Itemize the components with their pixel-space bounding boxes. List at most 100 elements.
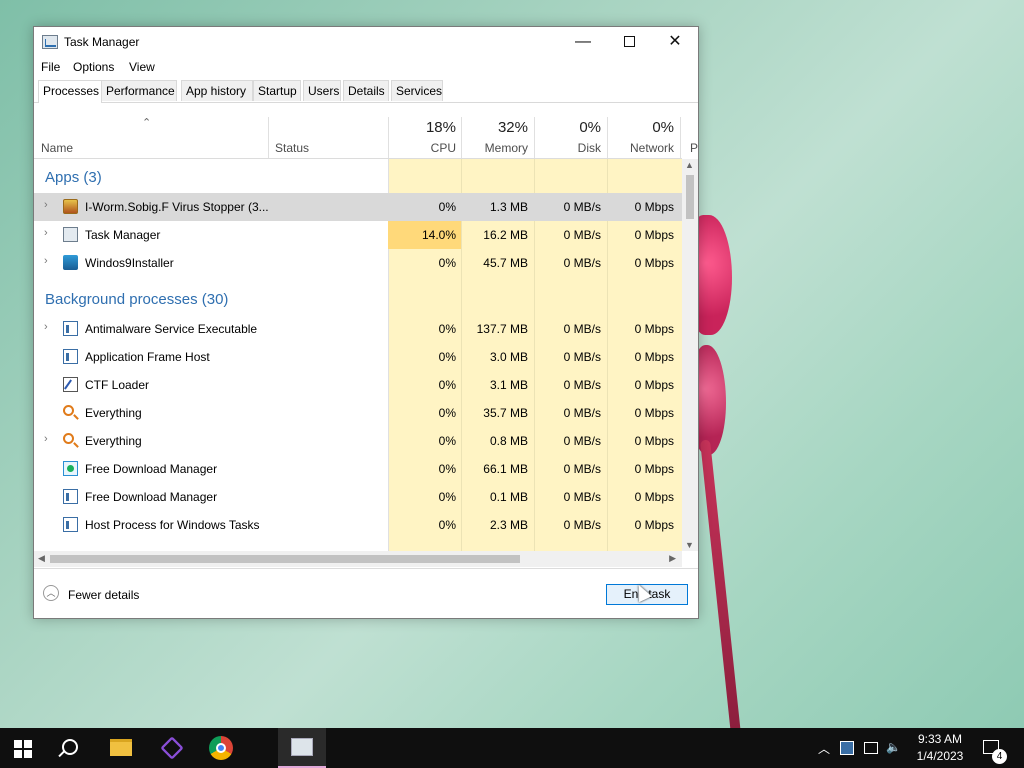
process-cpu: 0% [438,378,456,392]
column-header-disk[interactable]: Disk [537,141,601,155]
process-row[interactable]: › Task Manager 14.0% 16.2 MB 0 MB/s 0 Mb… [34,221,682,249]
process-row[interactable]: Everything 0% 35.7 MB 0 MB/s 0 Mbps [34,399,682,427]
tab-users[interactable]: Users [303,80,341,101]
chevron-right-icon[interactable]: › [44,227,48,239]
process-disk: 0 MB/s [563,462,601,476]
process-disk: 0 MB/s [563,406,601,420]
ctf-loader-icon [63,377,78,392]
process-row[interactable]: Application Frame Host 0% 3.0 MB 0 MB/s … [34,343,682,371]
scroll-down-icon[interactable]: ▼ [685,540,694,550]
title-bar[interactable]: Task Manager — ✕ [34,27,698,57]
process-row[interactable]: CTF Loader 0% 3.1 MB 0 MB/s 0 Mbps [34,371,682,399]
column-separator[interactable] [461,117,462,159]
process-name: CTF Loader [85,378,150,392]
process-disk: 0 MB/s [563,322,601,336]
group-title-apps: Apps (3) [45,169,102,186]
column-separator[interactable] [534,117,535,159]
chevron-right-icon[interactable]: › [44,433,48,445]
task-manager-icon [63,227,78,242]
tab-strip: Processes Performance App history Startu… [34,80,698,103]
taskbar-task-manager[interactable] [278,728,326,768]
chevron-right-icon[interactable]: › [44,321,48,333]
process-cpu: 0% [438,322,456,336]
taskbar: ︿ 🔈 9:33 AM 1/4/2023 4 [0,728,1024,768]
tab-services[interactable]: Services [391,80,443,101]
tray-overflow-icon[interactable]: ︿ [818,740,830,757]
vertical-scrollbar[interactable]: ▲ ▼ [682,159,698,551]
menu-file[interactable]: File [41,60,60,74]
maximize-icon [623,36,635,48]
clock[interactable]: 9:33 AM 1/4/2023 [905,731,975,765]
installer-icon [63,255,78,270]
window-app-icon [63,489,78,504]
scroll-right-icon[interactable]: ▶ [669,553,676,564]
process-network: 0 Mbps [634,490,674,504]
process-name: Antimalware Service Executable [85,322,258,336]
maximize-button[interactable] [606,27,652,57]
process-memory: 45.7 MB [483,256,528,270]
process-row[interactable]: Host Process for Windows Tasks 0% 2.3 MB… [34,511,682,539]
process-row[interactable]: › I-Worm.Sobig.F Virus Stopper (3... 0% … [34,193,682,221]
group-row-apps[interactable]: Apps (3) [34,165,682,193]
process-memory: 0.8 MB [489,434,528,448]
tab-performance[interactable]: Performance [101,80,177,101]
menu-view[interactable]: View [129,60,155,74]
volume-icon[interactable]: 🔈 [886,740,901,754]
column-header-power[interactable]: P [690,141,698,155]
tab-details[interactable]: Details [343,80,389,101]
search-icon[interactable] [62,739,78,755]
column-separator[interactable] [388,117,389,159]
taskbar-visual-studio[interactable] [148,728,196,768]
column-header-network[interactable]: Network [610,141,674,155]
close-button[interactable]: ✕ [652,27,698,57]
menu-options[interactable]: Options [73,60,114,74]
group-row-background[interactable]: Background processes (30) [34,287,682,315]
folder-icon [110,739,132,756]
menu-bar: File Options View [34,57,698,77]
process-disk: 0 MB/s [563,200,601,214]
process-name: Task Manager [85,228,161,242]
process-memory: 35.7 MB [483,406,528,420]
tab-processes[interactable]: Processes [38,80,102,103]
column-header-cpu[interactable]: CPU [391,141,456,155]
scroll-left-icon[interactable]: ◀ [38,553,45,564]
process-row[interactable]: Free Download Manager 0% 0.1 MB 0 MB/s 0… [34,483,682,511]
process-memory: 66.1 MB [483,462,528,476]
column-header-memory[interactable]: Memory [464,141,528,155]
process-name: Windos9Installer [85,256,174,270]
chevron-up-circle-icon[interactable]: ︿ [43,585,59,601]
tray-app-icon[interactable] [840,741,854,755]
process-name: Free Download Manager [85,462,218,476]
scroll-up-icon[interactable]: ▲ [685,160,694,170]
chevron-right-icon[interactable]: › [44,199,48,211]
column-separator[interactable] [607,117,608,159]
process-network: 0 Mbps [634,228,674,242]
column-header-status[interactable]: Status [275,141,309,155]
minimize-button[interactable]: — [560,27,606,57]
process-name: Everything [85,406,142,420]
process-network: 0 Mbps [634,256,674,270]
fewer-details-link[interactable]: Fewer details [68,588,139,602]
process-row[interactable]: › Everything 0% 0.8 MB 0 MB/s 0 Mbps [34,427,682,455]
process-cpu: 0% [438,406,456,420]
process-row[interactable]: › Antimalware Service Executable 0% 137.… [34,315,682,343]
taskbar-file-explorer[interactable] [98,728,146,768]
chevron-right-icon[interactable]: › [44,255,48,267]
start-button[interactable] [14,740,32,758]
tab-app-history[interactable]: App history [181,80,253,101]
tab-startup[interactable]: Startup [253,80,301,101]
column-separator[interactable] [680,117,681,159]
horizontal-scrollbar[interactable]: ◀ ▶ [34,551,682,567]
process-row[interactable]: › Windos9Installer 0% 45.7 MB 0 MB/s 0 M… [34,249,682,277]
horizontal-scroll-thumb[interactable] [50,555,520,563]
clock-date: 1/4/2023 [916,749,964,763]
column-separator[interactable] [268,117,269,159]
process-memory: 3.0 MB [489,350,528,364]
network-icon[interactable] [864,742,878,754]
process-disk: 0 MB/s [563,490,601,504]
process-cpu: 0% [438,434,456,448]
taskbar-chrome[interactable] [197,728,245,768]
process-row[interactable]: Free Download Manager 0% 66.1 MB 0 MB/s … [34,455,682,483]
column-header-name[interactable]: Name [41,141,73,155]
vertical-scroll-thumb[interactable] [686,175,694,219]
